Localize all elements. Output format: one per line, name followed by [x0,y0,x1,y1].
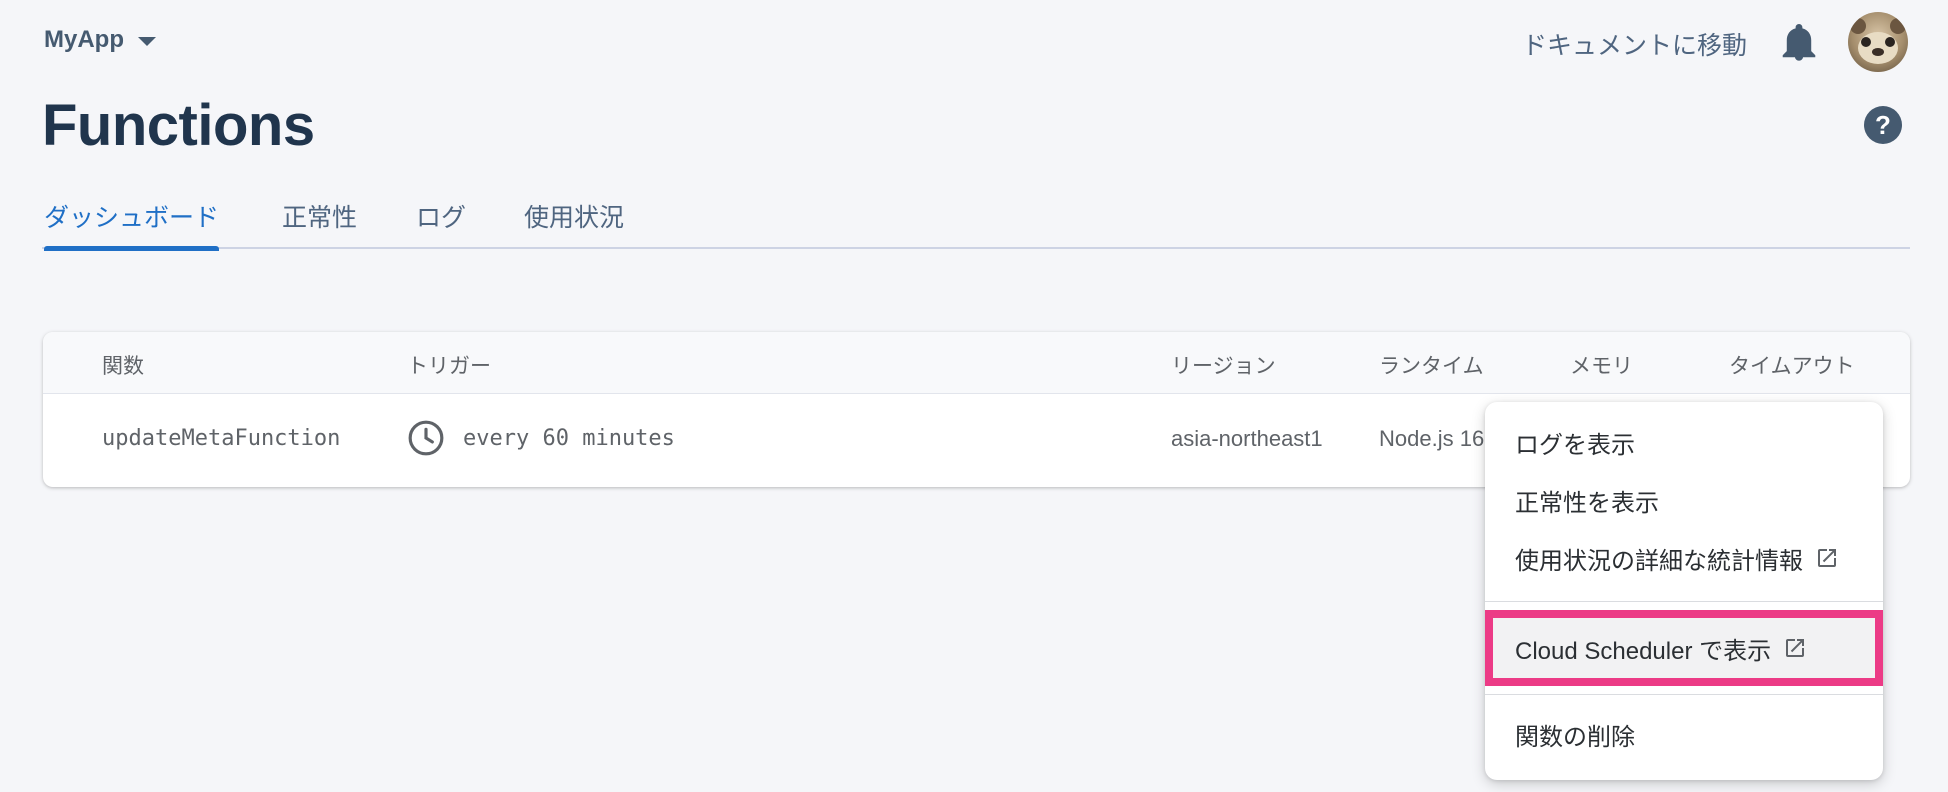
bell-icon[interactable] [1782,24,1816,62]
chevron-down-icon [138,37,156,46]
function-name[interactable]: updateMetaFunction [102,426,340,451]
menu-divider [1485,601,1883,602]
tab-usage[interactable]: 使用状況 [524,194,624,249]
menu-item-view-health[interactable]: 正常性を表示 [1485,474,1883,526]
menu-item-delete-function[interactable]: 関数の削除 [1485,708,1883,760]
page-title: Functions [42,93,315,158]
menu-item-label: ログを表示 [1515,431,1635,459]
column-timeout: タイムアウト [1729,355,1855,378]
external-link-icon [1786,639,1805,657]
external-link-icon [1818,549,1836,567]
docs-link[interactable]: ドキュメントに移動 [1522,26,1747,62]
menu-divider [1485,694,1883,695]
tab-health[interactable]: 正常性 [282,194,357,249]
region-value: asia-northeast1 [1171,426,1323,451]
row-context-menu: ログを表示 正常性を表示 使用状況の詳細な統計情報 Cloud Schedule… [1485,402,1883,780]
project-name: MyApp [44,26,124,53]
column-region: リージョン [1171,355,1276,378]
menu-item-usage-stats[interactable]: 使用状況の詳細な統計情報 [1485,532,1883,584]
trigger-schedule: every 60 minutes [463,426,675,451]
help-icon[interactable]: ? [1864,106,1902,144]
project-selector[interactable]: MyApp [44,26,156,54]
tab-bar: ダッシュボード 正常性 ログ 使用状況 [42,194,1910,251]
column-runtime: ランタイム [1379,355,1484,378]
column-memory: メモリ [1570,355,1633,378]
menu-item-label: 関数の削除 [1515,723,1635,751]
menu-item-label: 正常性を表示 [1515,489,1659,517]
menu-item-view-logs[interactable]: ログを表示 [1485,416,1883,468]
tab-logs[interactable]: ログ [416,194,466,249]
column-trigger: トリガー [407,355,491,378]
table-header: 関数 トリガー リージョン ランタイム メモリ タイムアウト [43,332,1910,394]
clock-icon [408,420,444,456]
runtime-value: Node.js 16 [1379,426,1485,451]
menu-item-view-in-cloud-scheduler[interactable]: Cloud Scheduler で表示 [1485,622,1883,674]
avatar-image [1850,18,1906,64]
column-function: 関数 [102,355,144,378]
menu-item-label: Cloud Scheduler で表示 [1515,637,1772,665]
tab-dashboard[interactable]: ダッシュボード [44,194,220,251]
menu-item-label: 使用状況の詳細な統計情報 [1515,547,1803,575]
top-bar: MyApp ドキュメントに移動 [0,0,1948,90]
avatar[interactable] [1848,12,1908,72]
